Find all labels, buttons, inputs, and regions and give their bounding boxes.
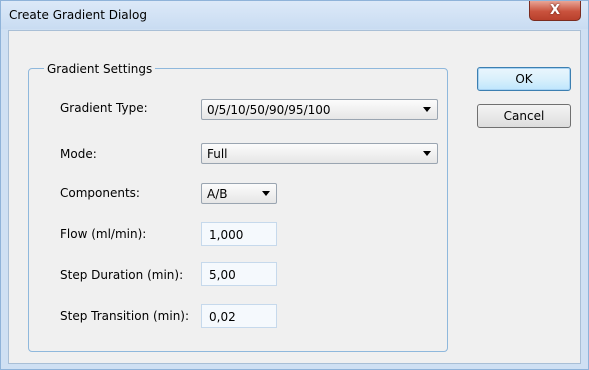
chevron-down-icon <box>262 191 270 196</box>
gradient-type-dropdown[interactable]: 0/5/10/50/90/95/100 <box>201 99 438 120</box>
components-label: Components: <box>60 186 140 200</box>
chevron-down-icon <box>423 151 431 156</box>
step-transition-input[interactable]: 0,02 <box>201 304 277 328</box>
title-bar[interactable]: Create Gradient Dialog X <box>1 1 588 29</box>
step-transition-value: 0,02 <box>209 310 236 324</box>
cancel-button[interactable]: Cancel <box>477 104 571 128</box>
gradient-type-label: Gradient Type: <box>60 101 148 115</box>
close-icon: X <box>549 3 561 18</box>
step-duration-label: Step Duration (min): <box>60 268 184 282</box>
flow-input[interactable]: 1,000 <box>201 222 277 246</box>
chevron-down-icon <box>423 107 431 112</box>
ok-button[interactable]: OK <box>477 67 571 91</box>
dialog-title: Create Gradient Dialog <box>9 8 147 22</box>
flow-value: 1,000 <box>209 228 244 242</box>
mode-value: Full <box>207 147 228 161</box>
group-legend: Gradient Settings <box>44 62 156 76</box>
components-value: A/B <box>207 187 228 201</box>
mode-dropdown[interactable]: Full <box>201 143 438 164</box>
step-transition-label: Step Transition (min): <box>60 309 190 323</box>
step-duration-input[interactable]: 5,00 <box>201 262 277 286</box>
step-duration-value: 5,00 <box>209 268 236 282</box>
gradient-type-value: 0/5/10/50/90/95/100 <box>207 103 331 117</box>
mode-label: Mode: <box>60 147 97 161</box>
flow-label: Flow (ml/min): <box>60 227 147 241</box>
close-button[interactable]: X <box>529 1 581 21</box>
components-dropdown[interactable]: A/B <box>201 183 277 204</box>
